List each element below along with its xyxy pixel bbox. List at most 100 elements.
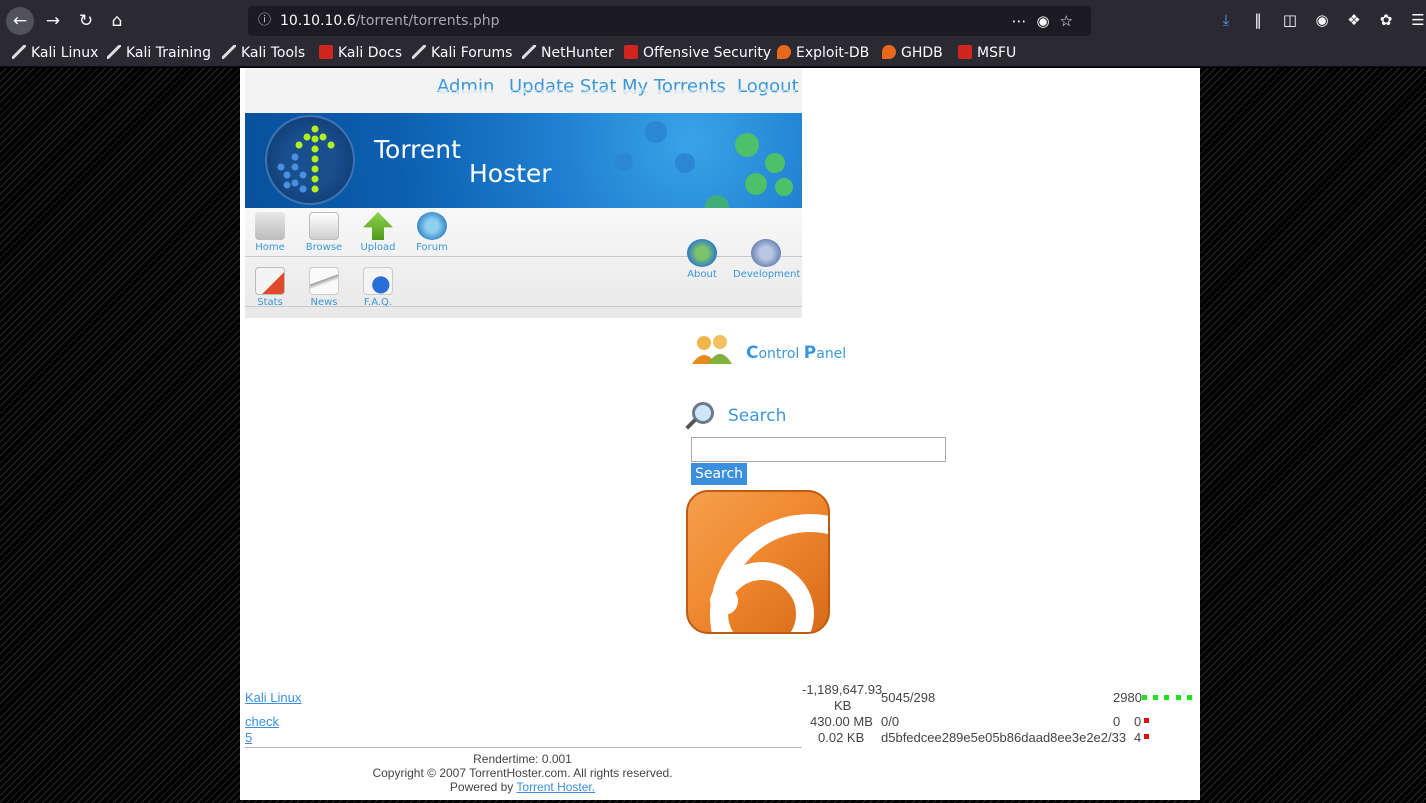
menu-news-label: News xyxy=(310,297,338,308)
download-icon[interactable]: ⤓ xyxy=(1210,11,1242,29)
menu-faq-label: F.A.Q. xyxy=(363,297,393,308)
health-bar xyxy=(1187,695,1192,700)
copyright: Copyright © 2007 TorrentHoster.com. All … xyxy=(372,766,673,780)
powered-by-link[interactable]: Torrent Hoster. xyxy=(516,780,595,794)
torrent-count: 0 xyxy=(1113,714,1121,729)
menu-upload[interactable]: Upload xyxy=(353,212,403,253)
search-button[interactable]: Search xyxy=(691,463,747,485)
health-bar xyxy=(1144,734,1149,739)
development-icon xyxy=(751,239,781,267)
menu-faq[interactable]: F.A.Q. xyxy=(353,267,403,308)
menu-development-label: Development xyxy=(733,269,801,280)
health-bar xyxy=(1144,718,1149,723)
torrent-peers: 0/0 xyxy=(881,714,900,729)
sidebar-icon[interactable]: ◫ xyxy=(1274,11,1306,29)
menu-browse[interactable]: Browse xyxy=(299,212,349,253)
site-banner: Torrent Hoster xyxy=(245,113,802,208)
rss-dot xyxy=(710,587,738,615)
back-icon[interactable]: ← xyxy=(6,7,34,35)
rss-feed-icon[interactable] xyxy=(686,490,830,634)
extension-icon[interactable]: ❖ xyxy=(1338,11,1370,29)
users-icon xyxy=(690,332,734,366)
bookmark-exploit-db[interactable]: Exploit-DB xyxy=(777,45,869,61)
decor-dot xyxy=(615,153,633,171)
bookmark-ghdb[interactable]: GHDB xyxy=(882,45,943,61)
kali-dragon-icon xyxy=(12,45,26,59)
url-bar[interactable]: ⓘ 10.10.10.6/torrent/torrents.php ⋯◉☆ xyxy=(248,6,1091,36)
page-actions-icon[interactable]: ⋯ xyxy=(1011,12,1036,30)
health-bar xyxy=(1164,695,1169,700)
search-title: Search xyxy=(728,406,787,426)
menu-home[interactable]: Home xyxy=(245,212,295,253)
menu-forum-label: Forum xyxy=(416,242,448,253)
update-stat-reflection: Update Stat xyxy=(509,87,617,95)
admin-reflection: Admin xyxy=(437,87,495,95)
reload-icon[interactable]: ↻ xyxy=(72,7,100,35)
powered-by: Powered by Torrent Hoster. xyxy=(240,780,805,794)
library-icon[interactable]: ‖ xyxy=(1242,11,1274,29)
bookmark-msfu[interactable]: MSFU xyxy=(958,45,1016,61)
torrent-count: 4 xyxy=(1134,730,1142,745)
bookmark-kali-docs[interactable]: Kali Docs xyxy=(319,45,402,61)
torrent-name-link[interactable]: check xyxy=(245,714,279,729)
torrent-size-unit: KB xyxy=(834,698,852,713)
decor-dot xyxy=(705,195,729,208)
health-bar xyxy=(1176,695,1181,700)
torrent-name-link[interactable]: 5 xyxy=(245,730,252,745)
home-icon[interactable]: ⌂ xyxy=(103,7,131,35)
bookmark-kali-forums[interactable]: Kali Forums xyxy=(412,45,512,61)
decor-dot xyxy=(775,178,793,196)
torrent-size: 0.02 KB xyxy=(818,730,865,745)
control-panel-label: Control Panel xyxy=(746,343,847,363)
kali-docs-icon xyxy=(319,45,333,59)
torrent-name-link[interactable]: Kali Linux xyxy=(245,690,301,705)
exploit-db-icon xyxy=(777,45,791,59)
torrent-count: 2980 xyxy=(1113,690,1142,705)
health-bar xyxy=(1142,695,1147,700)
decor-dot xyxy=(745,173,767,195)
rendertime: Rendertime: 0.001 xyxy=(473,752,572,766)
top-nav: Admin Update Stat My Torrents Logout Adm… xyxy=(245,68,802,113)
forum-icon xyxy=(417,212,447,240)
menu-forum[interactable]: Forum xyxy=(407,212,457,253)
search-input[interactable] xyxy=(691,437,946,462)
forward-icon[interactable]: → xyxy=(39,7,67,35)
icon-menu: Home Browse Upload Forum Stats News F.A.… xyxy=(245,208,802,318)
menu-upload-label: Upload xyxy=(360,242,396,253)
torrent-peers: 5045/298 xyxy=(881,690,936,705)
menu-about[interactable]: About xyxy=(677,239,727,280)
kali-dragon-icon xyxy=(107,45,121,59)
upload-icon xyxy=(363,212,393,240)
settings-icon[interactable]: ✿ xyxy=(1370,11,1402,29)
torrent-size: -1,189,647.93 xyxy=(802,682,883,697)
footer-divider xyxy=(245,747,802,748)
bookmarks-bar: Kali Linux Kali Training Kali Tools Kali… xyxy=(0,42,1426,67)
bookmark-kali-training[interactable]: Kali Training xyxy=(107,45,211,61)
torrent-logo-icon xyxy=(265,115,355,205)
info-icon[interactable]: ⓘ xyxy=(258,6,271,36)
torrent-size: 430.00 MB xyxy=(810,714,873,729)
bookmark-kali-tools[interactable]: Kali Tools xyxy=(222,45,305,61)
bookmark-offensive-security[interactable]: Offensive Security xyxy=(624,45,771,61)
stats-icon xyxy=(255,267,285,295)
url-text[interactable]: 10.10.10.6/torrent/torrents.php xyxy=(280,6,500,36)
kali-dragon-icon xyxy=(412,45,426,59)
news-icon xyxy=(309,267,339,295)
menu-stats[interactable]: Stats xyxy=(245,267,295,308)
browser-toolbar: ← → ↻ ⌂ ⓘ 10.10.10.6/torrent/torrents.ph… xyxy=(0,0,1426,42)
menu-stats-label: Stats xyxy=(257,297,283,308)
kali-dragon-icon xyxy=(522,45,536,59)
menu-news[interactable]: News xyxy=(299,267,349,308)
pocket-icon[interactable]: ◉ xyxy=(1036,12,1059,30)
menu-icon[interactable]: ☰ xyxy=(1402,11,1426,29)
account-icon[interactable]: ◉ xyxy=(1306,11,1338,29)
menu-development[interactable]: Development xyxy=(733,239,801,280)
bookmark-star-icon[interactable]: ☆ xyxy=(1060,12,1083,30)
torrent-count: 0 xyxy=(1134,714,1142,729)
bookmark-kali-linux[interactable]: Kali Linux xyxy=(12,45,98,61)
faq-icon xyxy=(363,267,393,295)
menu-about-label: About xyxy=(687,269,717,280)
home-icon xyxy=(255,212,285,240)
bookmark-nethunter[interactable]: NetHunter xyxy=(522,45,614,61)
menu-home-label: Home xyxy=(255,242,285,253)
